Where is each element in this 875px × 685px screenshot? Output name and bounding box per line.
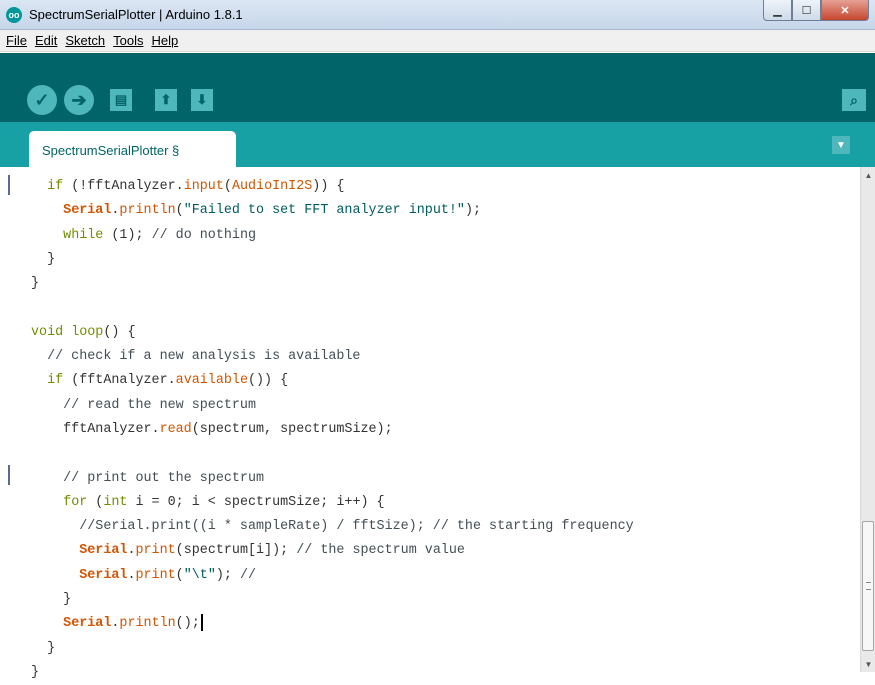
arrow-down-icon: ⬇ <box>196 92 208 107</box>
close-button[interactable]: ✕ <box>821 0 869 21</box>
code-line: //Serial.print((i * sampleRate) / fftSiz… <box>31 519 634 535</box>
tab-spectrumserialplotter[interactable]: SpectrumSerialPlotter § <box>29 131 236 167</box>
code-line: if (fftAnalyzer.available()) { <box>47 373 289 389</box>
open-sketch-button[interactable]: ⬆ <box>155 89 177 111</box>
window-title: SpectrumSerialPlotter | Arduino 1.8.1 <box>29 7 243 22</box>
tab-strip: SpectrumSerialPlotter § ▼ <box>0 122 875 167</box>
menu-tools[interactable]: Tools <box>109 33 147 48</box>
maximize-button[interactable]: ☐ <box>792 0 821 21</box>
menu-file[interactable]: File <box>2 33 31 48</box>
code-line: Serial.println(); <box>31 612 634 636</box>
scroll-up-icon[interactable]: ▲ <box>861 169 875 183</box>
menu-help[interactable]: Help <box>147 33 182 48</box>
scrollbar-thumb[interactable] <box>862 521 874 651</box>
code-line: // read the new spectrum <box>31 397 256 413</box>
code-line: } <box>31 664 40 680</box>
serial-monitor-button[interactable]: ⌕ <box>842 89 866 111</box>
code-line: } <box>31 251 56 267</box>
chevron-down-icon: ▼ <box>836 139 846 151</box>
magnifier-icon: ⌕ <box>850 91 858 108</box>
code-line: while (1); // do nothing <box>63 227 257 243</box>
code-text: if (!fftAnalyzer.input(AudioInI2S)) { Se… <box>31 175 634 685</box>
code-line: fftAnalyzer.read(spectrum, spectrumSize)… <box>31 421 393 437</box>
title-bar: oo SpectrumSerialPlotter | Arduino 1.8.1… <box>0 0 875 30</box>
upload-button[interactable]: ➔ <box>64 85 94 115</box>
menu-edit[interactable]: Edit <box>31 33 61 48</box>
arrow-right-icon: ➔ <box>71 89 87 110</box>
code-line: for (int i = 0; i < spectrumSize; i++) { <box>63 494 385 510</box>
verify-button[interactable]: ✓ <box>27 85 57 115</box>
code-line: Serial.println("Failed to set FFT analyz… <box>63 203 482 219</box>
code-line: } <box>31 276 40 292</box>
code-line: } <box>31 592 72 608</box>
menu-sketch[interactable]: Sketch <box>61 33 109 48</box>
vertical-scrollbar[interactable]: ▲ ▼ <box>860 167 875 672</box>
code-line: if (!fftAnalyzer.input(AudioInI2S)) { <box>47 179 345 194</box>
toolbar: ✓ ➔ ▤ ⬆ ⬇ ⌕ <box>0 53 875 122</box>
window-controls: ▁ ☐ ✕ <box>763 0 869 21</box>
code-line: // print out the spectrum <box>31 470 265 486</box>
code-line: Serial.print(spectrum[i]); // the spectr… <box>79 543 465 559</box>
grip-icon <box>866 582 871 590</box>
tab-menu-button[interactable]: ▼ <box>832 136 850 154</box>
arduino-logo-icon: oo <box>6 7 22 23</box>
scroll-down-icon[interactable]: ▼ <box>861 658 875 672</box>
minimize-button[interactable]: ▁ <box>763 0 792 21</box>
gutter-marker <box>8 465 10 485</box>
arrow-up-icon: ⬆ <box>160 92 172 107</box>
code-line: // check if a new analysis is available <box>31 349 361 365</box>
check-icon: ✓ <box>34 89 50 110</box>
new-sketch-button[interactable]: ▤ <box>110 89 132 111</box>
save-sketch-button[interactable]: ⬇ <box>191 89 213 111</box>
code-editor[interactable]: if (!fftAnalyzer.input(AudioInI2S)) { Se… <box>0 167 860 680</box>
document-icon: ▤ <box>114 92 128 107</box>
code-line: void loop() { <box>31 324 136 340</box>
code-line: Serial.print("\t"); // <box>79 567 257 583</box>
code-line: } <box>31 640 56 656</box>
menu-bar: File Edit Sketch Tools Help <box>0 30 875 52</box>
gutter-marker <box>8 175 10 195</box>
text-cursor <box>200 614 203 632</box>
